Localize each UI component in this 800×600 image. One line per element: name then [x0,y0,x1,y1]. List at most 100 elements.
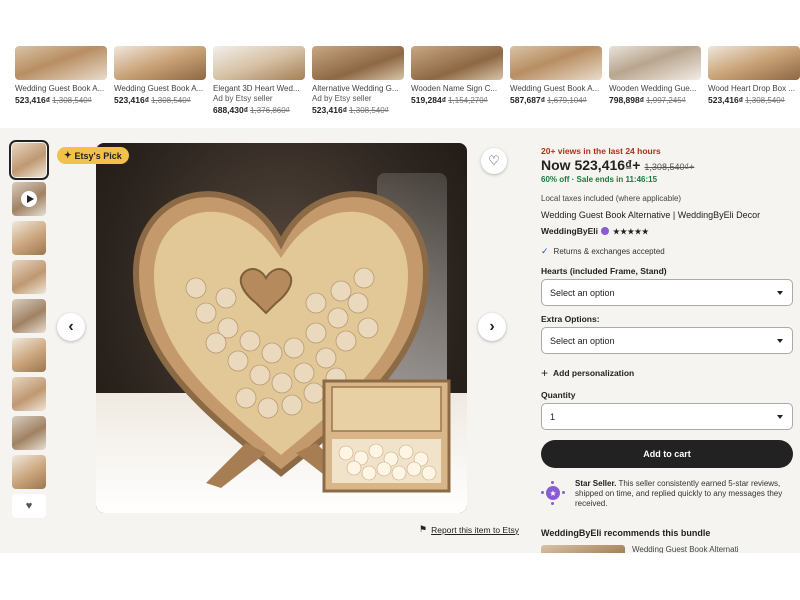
card-price-was: 1,154,270₫ [448,96,488,105]
thumbnail[interactable] [9,140,49,180]
plus-icon: + [541,366,549,380]
thumbnail[interactable] [12,260,46,294]
card-image[interactable] [411,46,503,80]
add-personalization-button[interactable]: + Add personalization [541,366,793,380]
card-image[interactable] [708,46,800,80]
play-icon [27,195,34,203]
card-title[interactable]: Wedding Guest Book A... [15,84,107,93]
checkmark-icon: ✓ [541,246,549,256]
rating-stars[interactable]: ★★★★★ [613,227,649,236]
seller-name-link[interactable]: WeddingByEli [541,226,598,236]
personalization-label: Add personalization [553,368,635,378]
carousel-card[interactable]: Wood Heart Drop Box ... 523,416₫ 1,308,54… [708,46,800,105]
listing-panel: ♥ ✦ Etsy's Pick ♡ ‹ › ⚑ Report this item… [0,128,800,553]
bundle-item-image[interactable] [541,545,625,553]
card-price-was: 1,308,540₫ [745,96,785,105]
card-image[interactable] [15,46,107,80]
extra-options-label: Extra Options: [541,314,600,324]
carousel-card[interactable]: Wooden Wedding Gue... 798,898₫ 1,997,245₫ [609,46,701,105]
flag-icon: ⚑ [419,524,428,534]
hearts-option-label: Hearts (included Frame, Stand) [541,266,667,276]
returns-text: Returns & exchanges accepted [553,247,665,256]
card-image[interactable] [213,46,305,80]
card-price-was: 1,376,860₫ [250,106,290,115]
bundle-item[interactable]: Wedding Guest Book Alternati [541,545,793,553]
related-items-carousel: Wedding Guest Book A... 523,416₫ 1,308,54… [0,46,800,120]
price-row: Now 523,416₫+ 1,308,540₫+ [541,157,793,173]
chevron-down-icon [777,414,783,419]
seller-row: WeddingByEli ★★★★★ [541,226,793,236]
hearts-select-value: Select an option [550,287,615,298]
card-price-now: 587,687₫ [510,95,546,105]
thumbnail[interactable] [12,299,46,333]
bundle-item-title[interactable]: Wedding Guest Book Alternati [632,545,739,553]
card-image[interactable] [609,46,701,80]
card-price: 523,416₫ 1,308,540₫ [15,95,107,105]
heart-outline-icon: ♡ [488,153,500,168]
star-seller-title: Star Seller. [575,479,617,488]
sparkle-icon: ✦ [64,150,72,160]
quantity-value: 1 [550,411,556,422]
card-image[interactable] [510,46,602,80]
carousel-card[interactable]: Alternative Wedding G... Ad by Etsy sell… [312,46,404,115]
badge-label: Etsy's Pick [74,150,122,161]
star-seller-notice: ★ Star Seller. This seller consistently … [541,479,793,509]
quantity-label: Quantity [541,390,576,400]
carousel-card[interactable]: Wedding Guest Book A... 523,416₫ 1,308,54… [15,46,107,105]
thumbnail[interactable] [12,377,46,411]
chevron-down-icon [777,338,783,343]
carousel-card[interactable]: Wedding Guest Book A... 523,416₫ 1,308,54… [114,46,206,105]
tax-note: Local taxes included (where applicable) [541,194,682,203]
star-seller-badge-icon [601,227,609,235]
extra-options-select[interactable]: Select an option [541,327,793,354]
previous-image-button[interactable]: ‹ [57,313,85,341]
card-price: 523,416₫ 1,308,540₫ [114,95,206,105]
video-thumbnail[interactable] [12,182,46,216]
card-title[interactable]: Wooden Name Sign C... [411,84,503,93]
card-price-was: 1,308,540₫ [52,96,92,105]
chevron-right-icon: › [489,318,495,335]
card-price-now: 523,416₫ [15,95,51,105]
card-price-was: 1,308,540₫ [151,96,191,105]
hearts-option-select[interactable]: Select an option [541,279,793,306]
card-price-was: 1,997,245₫ [646,96,686,105]
favorite-button[interactable]: ♡ [481,148,507,174]
bundle-heading: WeddingByEli recommends this bundle [541,528,711,538]
thumbnail[interactable] [12,416,46,450]
card-title[interactable]: Wedding Guest Book A... [510,84,602,93]
next-image-button[interactable]: › [478,313,506,341]
card-title[interactable]: Wooden Wedding Gue... [609,84,701,93]
thumbnail[interactable] [12,221,46,255]
card-ad-label: Ad by Etsy seller [213,94,273,103]
card-image[interactable] [114,46,206,80]
card-title[interactable]: Alternative Wedding G... [312,84,404,93]
card-title[interactable]: Elegant 3D Heart Wed... [213,84,305,93]
card-title[interactable]: Wood Heart Drop Box ... [708,84,800,93]
main-product-image[interactable] [96,143,467,513]
quantity-select[interactable]: 1 [541,403,793,430]
report-item-link[interactable]: ⚑ Report this item to Etsy [419,524,519,535]
card-price: 688,430₫ 1,376,860₫ [213,105,305,115]
add-to-cart-button[interactable]: Add to cart [541,440,793,468]
price-now: Now 523,416₫+ [541,157,641,173]
thumbnail[interactable] [12,455,46,489]
card-ad-label: Ad by Etsy seller [312,94,372,103]
heart-guest-book-illustration [132,191,451,493]
carousel-card[interactable]: Wooden Name Sign C... 519,284₫ 1,154,270₫ [411,46,503,105]
card-image[interactable] [312,46,404,80]
report-link-text[interactable]: Report this item to Etsy [431,525,519,535]
card-price-now: 523,416₫ [708,95,744,105]
more-thumbnails[interactable]: ♥ [12,494,46,518]
chevron-down-icon [777,290,783,295]
returns-policy: ✓ Returns & exchanges accepted [541,246,793,257]
carousel-card[interactable]: Wedding Guest Book A... 587,687₫ 1,679,10… [510,46,602,105]
carousel-card[interactable]: Elegant 3D Heart Wed... Ad by Etsy selle… [213,46,305,115]
star-seller-text: Star Seller. This seller consistently ea… [575,479,793,509]
card-price-was: 1,679,104₫ [547,96,587,105]
card-price-was: 1,308,540₫ [349,106,389,115]
card-price-now: 523,416₫ [114,95,150,105]
thumbnail[interactable] [12,338,46,372]
card-title[interactable]: Wedding Guest Book A... [114,84,206,93]
extra-select-value: Select an option [550,335,615,346]
sale-discount: 60% off · Sale ends in 11:46:15 [541,175,658,184]
